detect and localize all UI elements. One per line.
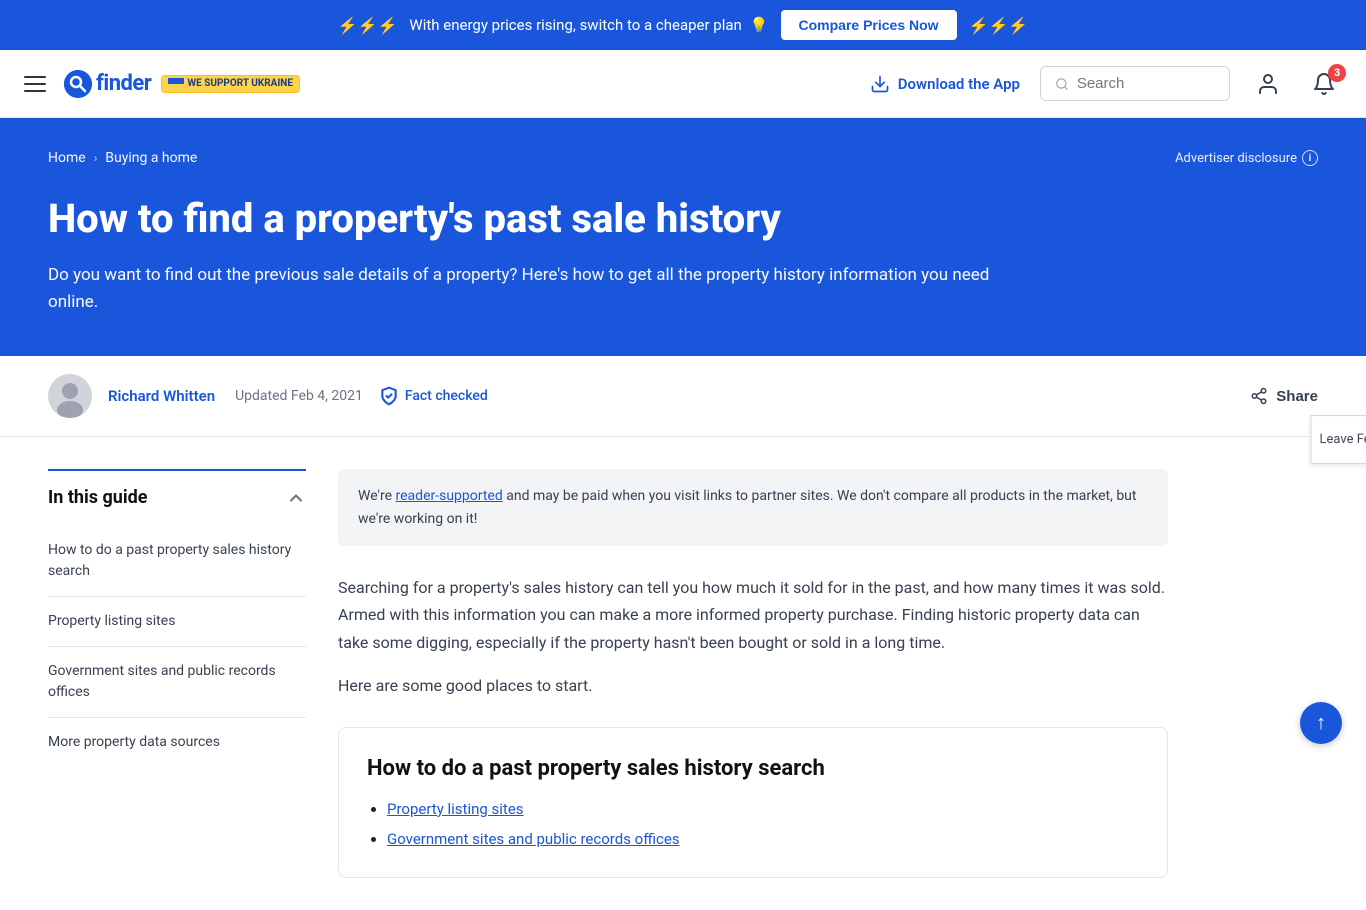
guide-nav-item[interactable]: More property data sources	[48, 718, 306, 767]
lightning-left-icon: ⚡⚡⚡	[338, 16, 398, 35]
author-avatar	[48, 374, 92, 418]
section-title: How to do a past property sales history …	[367, 756, 1139, 781]
notifications-button[interactable]: 3	[1306, 66, 1342, 102]
scroll-to-top-button[interactable]: ↑	[1300, 702, 1342, 744]
bulb-icon: 💡	[750, 16, 769, 34]
notification-badge: 3	[1328, 64, 1346, 82]
logo-area: finder WE SUPPORT UKRAINE	[64, 70, 300, 98]
list-item: Government sites and public records offi…	[387, 827, 1139, 851]
hero-header-row: Home › Buying a home Advertiser disclosu…	[48, 150, 1318, 184]
in-this-guide-header: In this guide	[48, 487, 306, 508]
feedback-tab[interactable]: Leave Feedback	[1310, 415, 1366, 464]
search-input[interactable]	[1077, 75, 1215, 92]
breadcrumb: Home › Buying a home	[48, 150, 197, 166]
fact-checked-label: Fact checked	[405, 388, 488, 404]
property-listing-sites-link[interactable]: Property listing sites	[387, 800, 524, 818]
ukraine-badge: WE SUPPORT UKRAINE	[161, 75, 300, 93]
user-account-button[interactable]	[1250, 66, 1286, 102]
logo-name: finder	[96, 71, 151, 96]
article-title: How to find a property's past sale histo…	[48, 196, 948, 242]
compare-prices-button[interactable]: Compare Prices Now	[781, 10, 957, 40]
breadcrumb-separator: ›	[94, 151, 98, 165]
article-subtitle: Do you want to find out the previous sal…	[48, 262, 998, 316]
hamburger-menu[interactable]	[24, 72, 48, 96]
section-box: How to do a past property sales history …	[338, 727, 1168, 878]
sidebar: In this guide How to do a past property …	[48, 469, 338, 878]
ukraine-flag-icon	[168, 78, 184, 90]
top-banner: ⚡⚡⚡ With energy prices rising, switch to…	[0, 0, 1366, 50]
banner-message: With energy prices rising, switch to a c…	[409, 16, 741, 34]
guide-nav-item[interactable]: How to do a past property sales history …	[48, 526, 306, 597]
article-intro: Searching for a property's sales history…	[338, 574, 1168, 656]
feedback-label: Leave Feedback	[1319, 432, 1366, 447]
download-app-button[interactable]: Download the App	[870, 74, 1020, 94]
in-this-guide-title: In this guide	[48, 487, 147, 508]
lightning-right-icon: ⚡⚡⚡	[969, 16, 1029, 35]
share-label: Share	[1276, 388, 1318, 405]
article-body: We're reader-supported and may be paid w…	[338, 469, 1168, 878]
advertiser-disclosure[interactable]: Advertiser disclosure i	[1175, 150, 1318, 166]
guide-nav-item[interactable]: Property listing sites	[48, 597, 306, 647]
guide-nav-item[interactable]: Government sites and public records offi…	[48, 647, 306, 718]
finder-logo[interactable]: finder	[64, 70, 151, 98]
in-this-guide: In this guide How to do a past property …	[48, 469, 306, 767]
site-header: finder WE SUPPORT UKRAINE Download the A…	[0, 50, 1366, 118]
reader-supported-link[interactable]: reader-supported	[396, 488, 503, 504]
share-button[interactable]: Share	[1250, 387, 1318, 405]
guide-nav-list: How to do a past property sales history …	[48, 526, 306, 767]
article-meta: Richard Whitten Updated Feb 4, 2021 Fact…	[0, 356, 1366, 437]
author-name[interactable]: Richard Whitten	[108, 387, 215, 405]
advertiser-disclosure-label: Advertiser disclosure	[1175, 151, 1297, 166]
logo-icon	[64, 70, 92, 98]
fact-checked-badge[interactable]: Fact checked	[379, 386, 488, 406]
article-intro-2: Here are some good places to start.	[338, 672, 1168, 699]
section-list: Property listing sites Government sites …	[367, 797, 1139, 851]
search-box[interactable]	[1040, 66, 1230, 101]
info-icon: i	[1302, 150, 1318, 166]
banner-text: With energy prices rising, switch to a c…	[409, 16, 768, 34]
list-item: Property listing sites	[387, 797, 1139, 821]
ukraine-text: WE SUPPORT UKRAINE	[187, 78, 293, 89]
breadcrumb-current: Buying a home	[105, 150, 197, 166]
download-app-label: Download the App	[898, 75, 1020, 93]
hero-section: Home › Buying a home Advertiser disclosu…	[0, 118, 1366, 356]
updated-date: Updated Feb 4, 2021	[235, 388, 363, 404]
breadcrumb-home[interactable]: Home	[48, 150, 86, 166]
disclaimer-box: We're reader-supported and may be paid w…	[338, 469, 1168, 546]
chevron-up-icon[interactable]	[286, 488, 306, 508]
header-actions: Download the App 3	[870, 66, 1342, 102]
main-content: In this guide How to do a past property …	[0, 437, 1366, 910]
disclaimer-prefix: We're	[358, 488, 392, 504]
government-sites-link[interactable]: Government sites and public records offi…	[387, 830, 680, 848]
